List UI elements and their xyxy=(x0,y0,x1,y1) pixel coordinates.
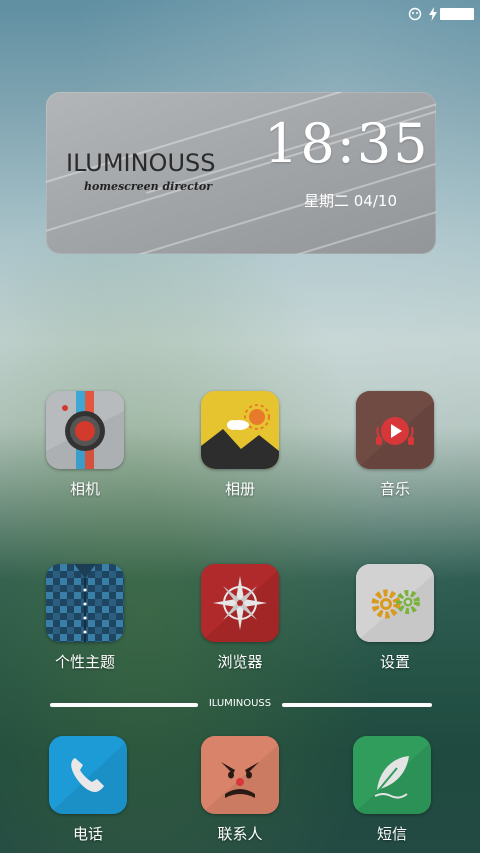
app-label: 音乐 xyxy=(379,480,410,498)
divider-right xyxy=(282,703,432,707)
widget-tagline: homescreen director xyxy=(84,180,213,193)
lightning-icon xyxy=(429,7,437,24)
app-settings[interactable]: 设置 xyxy=(340,564,450,672)
app-camera[interactable]: 相机 xyxy=(30,391,140,499)
clock-time: 18:35 xyxy=(264,112,430,175)
theme-icon xyxy=(46,564,124,642)
app-phone[interactable]: 电话 xyxy=(33,736,143,844)
feather-icon xyxy=(353,736,431,814)
app-contacts[interactable]: 联系人 xyxy=(185,736,295,844)
gear-icon xyxy=(356,564,434,642)
app-messages[interactable]: 短信 xyxy=(337,736,447,844)
app-label: 个性主题 xyxy=(54,653,115,671)
phone-icon xyxy=(49,736,127,814)
camera-icon xyxy=(46,391,124,469)
app-browser[interactable]: 浏览器 xyxy=(185,564,295,672)
brand-logo: ILUMINOUSS xyxy=(66,149,216,177)
contacts-icon xyxy=(201,736,279,814)
app-gallery[interactable]: 相册 xyxy=(185,391,295,499)
music-icon xyxy=(356,391,434,469)
divider-label: ILUMINOUSS xyxy=(208,698,272,709)
app-label: 相册 xyxy=(224,480,255,498)
app-label: 电话 xyxy=(72,825,103,843)
app-label: 短信 xyxy=(376,825,407,843)
clock-widget[interactable]: ILUMINOUSS homescreen director 18:35 星期二… xyxy=(46,92,436,254)
battery-icon xyxy=(440,8,474,20)
app-label: 浏览器 xyxy=(217,653,263,671)
app-label: 相机 xyxy=(69,480,100,498)
compass-icon xyxy=(201,564,279,642)
app-label: 设置 xyxy=(379,653,410,671)
divider-left xyxy=(50,703,198,707)
face-icon xyxy=(408,7,422,24)
status-bar xyxy=(0,0,480,28)
app-music[interactable]: 音乐 xyxy=(340,391,450,499)
app-label: 联系人 xyxy=(217,825,263,843)
gallery-icon xyxy=(201,391,279,469)
app-themes[interactable]: 个性主题 xyxy=(30,564,140,672)
clock-date: 星期二 04/10 xyxy=(304,192,397,210)
